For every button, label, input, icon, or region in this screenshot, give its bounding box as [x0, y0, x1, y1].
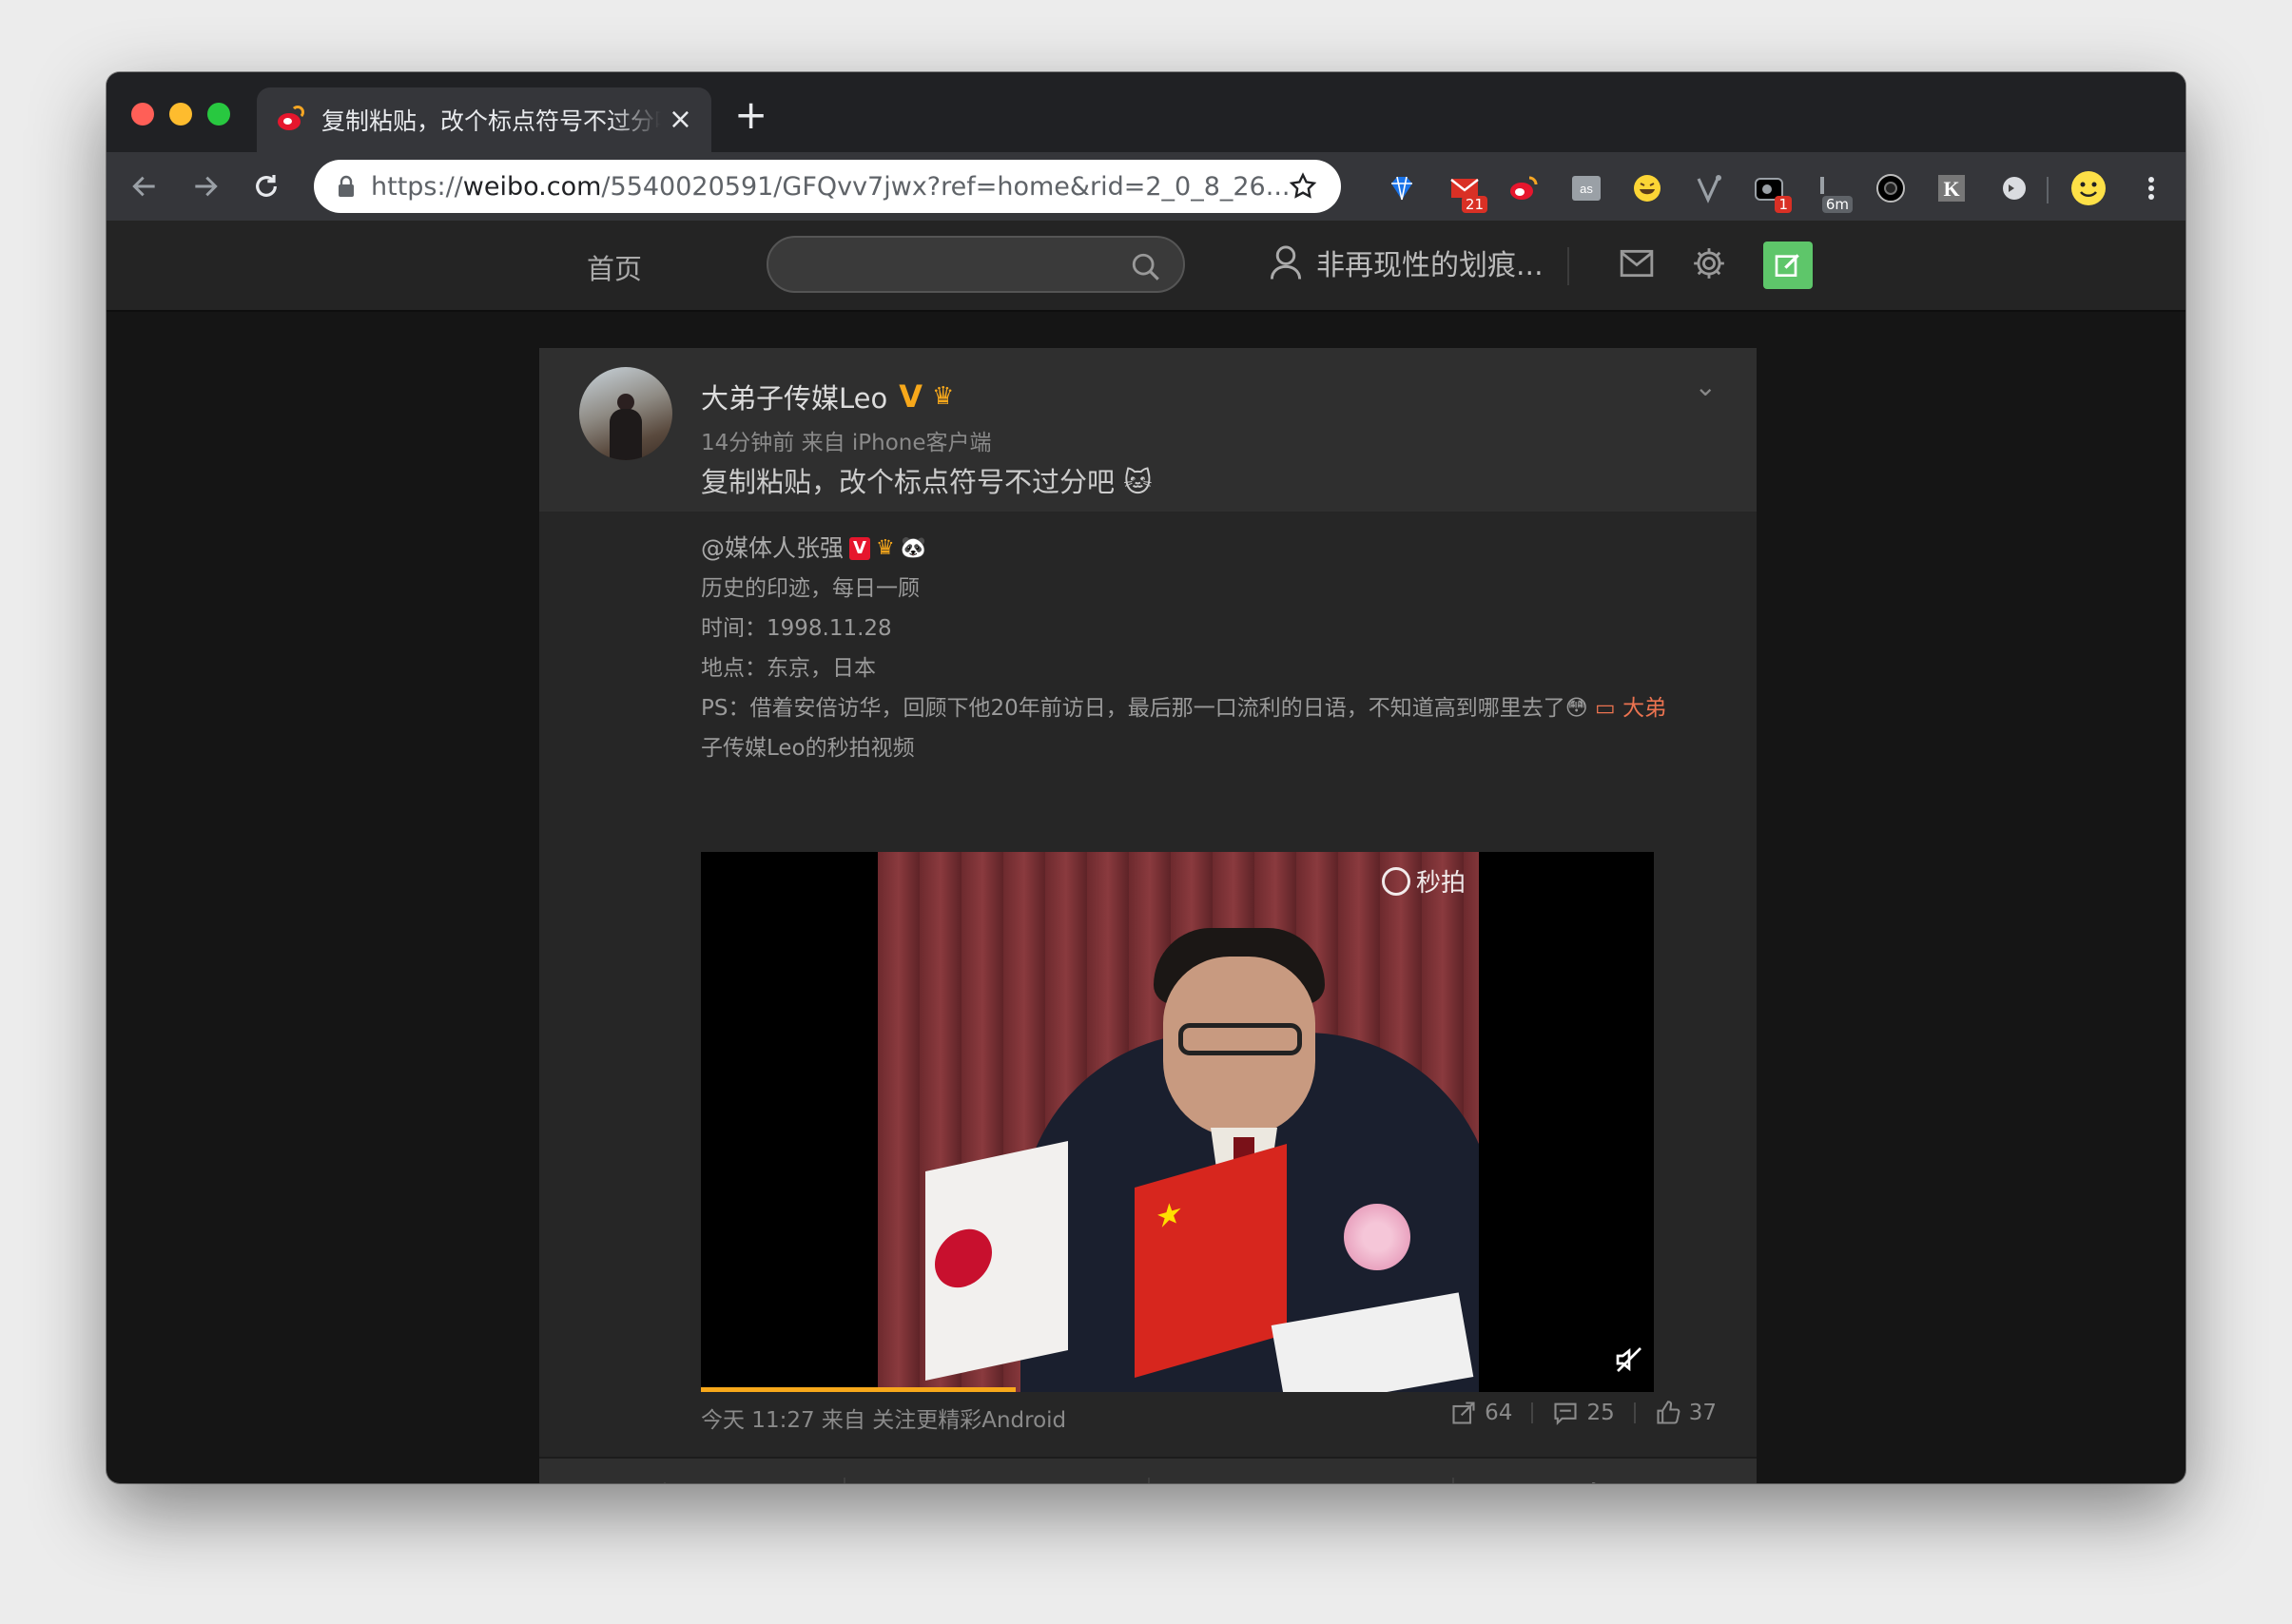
arrow-right-icon	[195, 176, 218, 197]
repost-line-3: 地点：东京，日本	[701, 656, 876, 681]
stat-comments[interactable]: 25	[1552, 1400, 1615, 1426]
thumbs-up-icon	[1591, 1482, 1596, 1483]
k-extension-icon[interactable]: K	[1936, 173, 1967, 203]
toolbar-separator	[2047, 177, 2049, 203]
browser-tab-active[interactable]: 复制粘贴，改个标点符号不过分吧 ×	[257, 87, 711, 152]
smiley-avatar-icon[interactable]	[2069, 169, 2107, 207]
timer-extension-icon[interactable]: 6m	[1815, 173, 1853, 213]
repost-button[interactable]: 3	[844, 1459, 1148, 1483]
gmail-extension-icon[interactable]: 21	[1449, 173, 1487, 213]
panda-icon: 🐼	[900, 536, 927, 560]
share-icon	[1452, 1402, 1475, 1424]
shy-emoji-icon: 😳	[1564, 696, 1588, 721]
arrow-left-icon	[132, 176, 155, 197]
weibo-header: 首页 非再现性的划痕...	[107, 221, 2185, 312]
tab-close-icon[interactable]: ×	[669, 106, 692, 134]
video-player[interactable]: ★ 秒拍	[701, 852, 1654, 1392]
zoom-window-button[interactable]	[207, 103, 230, 126]
circle-extension-icon[interactable]	[1875, 173, 1906, 203]
post-meta: 14分钟前 来自 iPhone客户端	[701, 431, 992, 455]
lock-icon	[339, 175, 354, 197]
new-tab-button[interactable]: +	[734, 95, 767, 135]
post-actions: 收藏 3 1 4	[539, 1457, 1757, 1483]
svg-text:as: as	[1580, 182, 1593, 196]
comment-icon	[1554, 1402, 1577, 1426]
share-icon	[971, 1481, 998, 1483]
bookmark-star-icon[interactable]	[1288, 171, 1318, 202]
chevron-down-icon[interactable]: ⌄	[1695, 371, 1717, 402]
weibo-favicon-icon	[276, 106, 304, 134]
author-avatar[interactable]	[579, 367, 672, 460]
diamond-extension-icon[interactable]	[1387, 173, 1417, 203]
repost-author-row: @媒体人张强 V ♛ 🐼	[701, 529, 1709, 569]
cat-emoji-icon: 🐱	[1123, 466, 1153, 498]
nav-home-link[interactable]: 首页	[587, 247, 642, 287]
source-meta: 今天 11:27 来自 关注更精彩Android	[701, 1408, 1067, 1433]
search-input[interactable]	[767, 236, 1185, 293]
forward-button[interactable]	[185, 165, 226, 207]
kebab-menu-icon[interactable]	[2136, 173, 2166, 203]
back-button[interactable]	[124, 165, 165, 207]
svg-text:K: K	[1943, 177, 1959, 201]
stat-likes[interactable]: 37	[1655, 1400, 1717, 1426]
compose-button[interactable]	[1763, 242, 1813, 289]
post-text: 复制粘贴，改个标点符号不过分吧 🐱	[701, 466, 1153, 498]
repost-line-2: 时间：1998.11.28	[701, 616, 892, 641]
camera-extension-icon[interactable]: 1	[1754, 173, 1792, 213]
minimize-window-button[interactable]	[169, 103, 192, 126]
video-link-cont[interactable]: 子传媒Leo的秒拍视频	[701, 728, 1709, 768]
vip-crown-icon: ♛	[932, 382, 955, 411]
favorite-button[interactable]: 收藏	[539, 1459, 844, 1483]
like-button[interactable]: 4	[1452, 1459, 1757, 1483]
verified-v-icon: V	[899, 378, 923, 415]
tab-strip: 复制粘贴，改个标点符号不过分吧 × +	[107, 72, 2185, 152]
gear-icon[interactable]	[1691, 245, 1727, 281]
disc-extension-icon[interactable]	[1999, 173, 2030, 203]
weibo-extension-icon[interactable]	[1508, 173, 1539, 203]
star-icon	[664, 1482, 666, 1483]
url-text: https://weibo.com/5540020591/GFQvv7jwx?r…	[371, 171, 1288, 202]
lastfm-extension-icon[interactable]: as	[1571, 173, 1602, 203]
browser-toolbar: https://weibo.com/5540020591/GFQvv7jwx?r…	[107, 152, 2185, 221]
comment-icon	[1275, 1481, 1302, 1483]
reload-icon	[256, 175, 277, 197]
mail-icon[interactable]	[1619, 245, 1655, 281]
reload-button[interactable]	[245, 165, 287, 207]
repost-author[interactable]: @媒体人张强	[701, 529, 844, 569]
search-icon[interactable]	[1130, 251, 1162, 283]
japan-flag-icon	[925, 1141, 1068, 1381]
video-frame: ★	[878, 852, 1479, 1392]
mute-icon[interactable]	[1614, 1344, 1644, 1375]
red-v-badge-icon: V	[849, 537, 870, 560]
post-card: 大弟子传媒Leo V ♛ 14分钟前 来自 iPhone客户端 复制粘贴，改个标…	[539, 348, 1757, 1483]
v-extension-icon[interactable]	[1693, 173, 1723, 203]
repost-stats: 64 25 37	[1450, 1400, 1717, 1426]
author-name-row: 大弟子传媒Leo V ♛	[701, 377, 954, 416]
user-name: 非再现性的划痕...	[1316, 249, 1544, 282]
miaopai-watermark: 秒拍	[1382, 863, 1466, 899]
repost-line-1: 历史的印迹，每日一顾	[701, 576, 920, 601]
browser-window: 复制粘贴，改个标点符号不过分吧 × + https://weibo.com/55…	[107, 72, 2185, 1483]
stat-reposts[interactable]: 64	[1450, 1400, 1512, 1426]
post-header: 大弟子传媒Leo V ♛ 14分钟前 来自 iPhone客户端 复制粘贴，改个标…	[539, 348, 1757, 512]
repost-ps: PS：借着安倍访华，回顾下他20年前访日，最后那一口流利的日语，不知道高到哪里去…	[701, 696, 1667, 721]
author-name[interactable]: 大弟子传媒Leo	[701, 377, 887, 416]
close-window-button[interactable]	[131, 103, 154, 126]
address-bar[interactable]: https://weibo.com/5540020591/GFQvv7jwx?r…	[314, 160, 1341, 213]
user-icon	[1270, 245, 1302, 280]
tab-title: 复制粘贴，改个标点符号不过分吧	[321, 107, 661, 135]
compose-icon	[1775, 254, 1799, 277]
laughing-emoji-extension-icon[interactable]	[1632, 173, 1662, 203]
thumbs-up-icon	[1657, 1401, 1680, 1424]
vip-crown-icon: ♛	[875, 536, 895, 560]
comment-button[interactable]: 1	[1148, 1459, 1452, 1483]
header-divider	[1567, 247, 1569, 285]
video-progress-bar[interactable]	[701, 1387, 1016, 1392]
video-link[interactable]: ▭ 大弟	[1595, 696, 1666, 721]
user-menu[interactable]: 非再现性的划痕...	[1269, 242, 1544, 283]
repost-content: @媒体人张强 V ♛ 🐼 历史的印迹，每日一顾 时间：1998.11.28 地点…	[701, 529, 1709, 768]
